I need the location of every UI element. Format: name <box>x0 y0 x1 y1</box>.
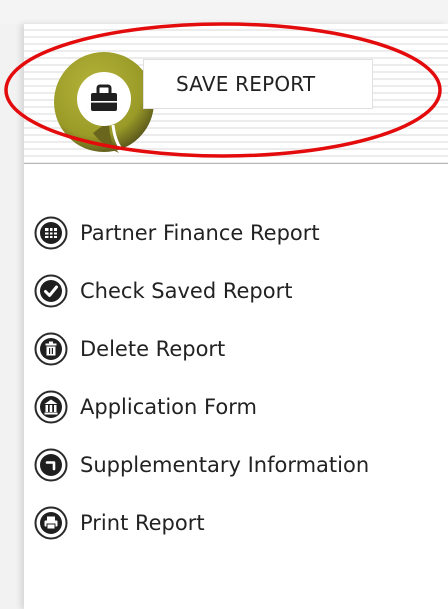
panel-header: SAVE REPORT <box>24 24 448 164</box>
trash-icon <box>34 332 68 366</box>
menu-item-print-report[interactable]: Print Report <box>34 494 369 552</box>
menu-item-label: Print Report <box>80 511 205 535</box>
menu-item-label: Supplementary Information <box>80 453 370 477</box>
menu-item-delete-report[interactable]: Delete Report <box>34 320 369 378</box>
menu-item-partner-finance-report[interactable]: Partner Finance Report <box>34 204 369 262</box>
checkmark-icon <box>34 274 68 308</box>
report-menu: Partner Finance Report Check Saved Repor… <box>34 204 369 552</box>
header-divider <box>24 163 448 164</box>
building-icon <box>34 390 68 424</box>
report-panel: SAVE REPORT Partner Finance Report Check <box>24 24 448 609</box>
printer-icon <box>34 506 68 540</box>
menu-item-check-saved-report[interactable]: Check Saved Report <box>34 262 369 320</box>
menu-item-supplementary-information[interactable]: Supplementary Information <box>34 436 369 494</box>
window-top-strip <box>0 0 448 24</box>
menu-item-label: Delete Report <box>80 337 226 361</box>
grid-icon <box>34 216 68 250</box>
save-report-label: SAVE REPORT <box>176 72 316 96</box>
save-report-button[interactable]: SAVE REPORT <box>143 59 373 109</box>
menu-item-label: Partner Finance Report <box>80 221 320 245</box>
corner-arrow-icon <box>34 448 68 482</box>
menu-item-label: Check Saved Report <box>80 279 293 303</box>
menu-item-application-form[interactable]: Application Form <box>34 378 369 436</box>
menu-item-label: Application Form <box>80 395 257 419</box>
